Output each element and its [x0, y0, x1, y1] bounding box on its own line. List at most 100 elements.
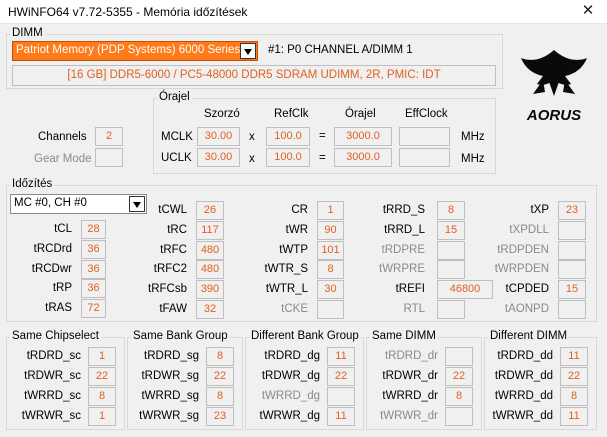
latency-value-twrrd_sg: 8 — [206, 387, 234, 406]
timing-label-tras: tRAS — [45, 302, 72, 315]
mclk-clock: 3000.0 — [334, 127, 392, 146]
timing-value-twtr_l: 30 — [317, 280, 344, 300]
timing-value-trrd_l: 15 — [437, 220, 465, 240]
same-chipselect-group-label: Same Chipselect — [10, 330, 101, 342]
latency-label-trdwr_dr: tRDWR_dr — [382, 370, 438, 382]
timing-value-trfcsb: 390 — [196, 280, 224, 300]
latency-value-trdrd_sc: 1 — [88, 347, 116, 366]
different-dimm-group-label: Different DIMM — [488, 330, 570, 342]
different-bank-group-group-label: Different Bank Group — [249, 330, 361, 342]
timing-label-trdpre: tRDPRE — [381, 243, 425, 256]
same-bank-group-group-label: Same Bank Group — [131, 330, 230, 342]
dimm-group-label: DIMM — [10, 27, 45, 39]
latency-label-twrrd_sc: tWRRD_sc — [24, 390, 81, 402]
latency-value-trdrd_dd: 11 — [560, 347, 588, 366]
latency-label-trdrd_dg: tRDRD_dg — [264, 350, 320, 362]
timing-label-taonpd: tAONPD — [504, 303, 549, 315]
timing-label-trfc2: tRFC2 — [153, 263, 187, 276]
uclk-unit: MHz — [461, 153, 485, 165]
latency-label-twrwr_dg: tWRWR_dg — [259, 410, 321, 422]
same-dimm-group-label: Same DIMM — [370, 330, 438, 342]
timing-label-twtr_s: tWTR_S — [264, 263, 308, 276]
timing-label-trcdwr: tRCDwr — [31, 262, 72, 275]
window-title: HWiNFO64 v7.72-5355 - Memória időzítések — [8, 5, 248, 19]
latency-label-twrwr_dr: tWRWR_dr — [380, 410, 438, 422]
latency-label-twrwr_dd: tWRWR_dd — [492, 410, 554, 422]
latency-value-twrwr_sc: 1 — [88, 407, 116, 426]
uclk-multiplier: 30.00 — [197, 148, 240, 167]
latency-label-trdrd_sg: tRDRD_sg — [144, 350, 199, 362]
chevron-down-icon[interactable] — [240, 43, 256, 59]
timing-value-tcke — [317, 300, 344, 319]
timing-label-twrpre: tWRPRE — [379, 263, 425, 276]
header-refclk: RefClk — [274, 108, 309, 120]
timing-label-tcl: tCL — [54, 223, 72, 235]
timing-value-trrd_s: 8 — [437, 201, 465, 220]
close-icon[interactable]: ✕ — [577, 2, 599, 20]
latency-value-twrwr_dr — [445, 407, 473, 426]
timing-label-trefi: tREFI — [395, 283, 425, 296]
timing-value-twrpre — [437, 260, 465, 280]
latency-value-twrrd_dd: 8 — [560, 387, 588, 406]
channels-value: 2 — [95, 127, 123, 146]
uclk-effclock — [399, 148, 450, 167]
dimm-module-select[interactable]: Patriot Memory (PDP Systems) 6000 Series — [12, 41, 258, 61]
timing-value-tfaw: 32 — [196, 300, 224, 319]
latency-label-trdwr_dd: tRDWR_dd — [494, 370, 553, 382]
latency-label-trdrd_dr: tRDRD_dr — [384, 350, 438, 362]
timing-label-trc: tRC — [167, 223, 187, 236]
latency-label-trdrd_dd: tRDRD_dd — [497, 350, 553, 362]
timing-label-twtr_l: tWTR_L — [265, 283, 308, 296]
timing-value-cr: 1 — [317, 201, 344, 220]
timing-label-twtp: tWTP — [279, 243, 308, 256]
uclk-clock: 3000.0 — [334, 148, 392, 167]
timing-label-tcwl: tCWL — [158, 204, 187, 216]
timing-value-twtp: 101 — [317, 240, 344, 260]
timing-value-tcpded: 15 — [558, 280, 586, 300]
uclk-label: UCLK — [161, 152, 192, 164]
latency-label-trdwr_sc: tRDWR_sc — [24, 370, 81, 382]
mclk-effclock — [399, 127, 450, 146]
timing-value-taonpd — [558, 300, 586, 319]
channels-label: Channels — [38, 131, 87, 143]
timing-value-tcl: 28 — [81, 220, 106, 239]
timing-value-txpdll — [558, 220, 586, 240]
timing-label-tcke: tCKE — [281, 303, 308, 315]
channel-select[interactable]: MC #0, CH #0 — [10, 194, 147, 214]
timing-label-trrd_l: tRRD_L — [384, 223, 425, 236]
timing-label-twrpden: tWRPDEN — [494, 263, 549, 276]
timing-label-trrd_s: tRRD_S — [382, 204, 425, 216]
latency-label-trdwr_dg: tRDWR_dg — [261, 370, 320, 382]
header-multiplier: Szorzó — [204, 108, 240, 120]
uclk-times: x — [249, 153, 255, 165]
latency-label-trdrd_sc: tRDRD_sc — [26, 350, 81, 362]
gear-mode-value — [95, 148, 123, 167]
mclk-unit: MHz — [461, 131, 485, 143]
timing-label-txp: tXP — [530, 204, 549, 216]
timing-label-trp: tRP — [52, 282, 72, 295]
timing-value-twtr_s: 8 — [317, 260, 344, 280]
timing-label-rtl: RTL — [403, 303, 425, 315]
timing-value-twrpden — [558, 260, 586, 280]
timing-label-trfc: tRFC — [160, 243, 187, 256]
mclk-label: MCLK — [161, 131, 193, 143]
chevron-down-icon[interactable] — [129, 196, 145, 212]
mclk-equals: = — [319, 130, 326, 142]
dimm-module-value: Patriot Memory (PDP Systems) 6000 Series — [16, 44, 241, 56]
timing-label-txpdll: tXPDLL — [509, 223, 549, 236]
latency-label-twrrd_dr: tWRRD_dr — [382, 390, 438, 402]
timing-value-trdpre — [437, 240, 465, 260]
latency-value-trdrd_dr — [445, 347, 473, 366]
latency-value-twrwr_sg: 23 — [206, 407, 234, 426]
timing-value-trefi: 46800 — [437, 280, 493, 300]
timing-value-trfc: 480 — [196, 240, 224, 260]
timing-value-trp: 36 — [81, 279, 106, 299]
uclk-refclk: 100.0 — [266, 148, 310, 167]
latency-label-twrwr_sc: tWRWR_sc — [21, 410, 81, 422]
gear-mode-label: Gear Mode — [34, 153, 92, 165]
timing-value-tras: 72 — [81, 299, 106, 319]
timing-label-trfcsb: tRFCsb — [148, 283, 187, 296]
mclk-times: x — [249, 131, 255, 143]
latency-label-twrrd_dg: tWRRD_dg — [261, 390, 320, 402]
timing-value-trcdrd: 36 — [81, 239, 106, 259]
